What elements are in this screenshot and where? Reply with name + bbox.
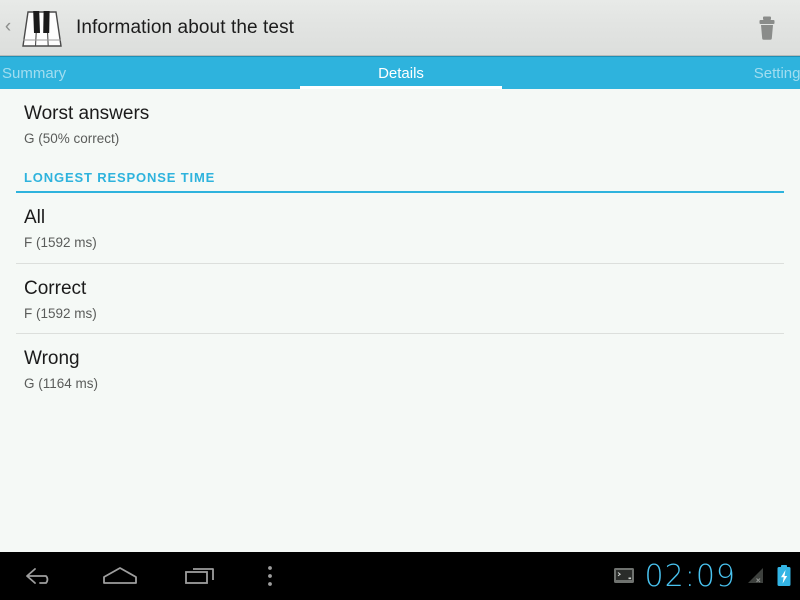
list-item[interactable]: All F (1592 ms) [0, 193, 800, 262]
tab-details-label: Details [378, 64, 424, 82]
system-navigation-bar: 02:09 [0, 552, 800, 600]
worst-answers-item[interactable]: Worst answers G (50% correct) [0, 89, 800, 158]
overflow-menu-icon[interactable] [240, 552, 300, 600]
monitor-icon[interactable] [613, 566, 635, 586]
tab-details[interactable]: Details [268, 57, 534, 89]
list-item-value: F (1592 ms) [24, 235, 97, 251]
action-bar: ‹ Information about the test [0, 0, 800, 56]
details-content: Worst answers G (50% correct) LONGEST RE… [0, 89, 800, 552]
page-title: Information about the test [76, 16, 295, 38]
trash-icon[interactable] [750, 11, 784, 45]
list-item-value: F (1592 ms) [24, 305, 97, 321]
list-item-title: Wrong [24, 348, 80, 370]
home-icon[interactable] [80, 552, 160, 600]
list-item-value: G (1164 ms) [24, 375, 99, 391]
tab-settings-label: Settings [753, 64, 800, 82]
list-item-title: Correct [24, 277, 87, 299]
list-item-title: All [24, 207, 46, 229]
worst-answers-title: Worst answers [24, 103, 150, 124]
status-clock: 02:09 [644, 558, 736, 594]
status-area: 02:09 [613, 552, 792, 600]
back-chevron-icon[interactable]: ‹ [0, 17, 16, 38]
tab-bar: Summary Details Settings [0, 56, 800, 89]
piano-keyboard-icon[interactable] [16, 6, 66, 50]
worst-answers-value: G (50% correct) [24, 130, 120, 146]
tab-summary-label: Summary [2, 64, 67, 82]
section-header-longest-response-time: LONGEST RESPONSE TIME [24, 170, 216, 186]
battery-charging-icon [776, 564, 792, 588]
recent-apps-icon[interactable] [160, 552, 240, 600]
no-signal-icon [746, 566, 766, 586]
list-item[interactable]: Wrong G (1164 ms) [0, 334, 800, 403]
back-arrow-icon[interactable] [0, 552, 80, 600]
list-item[interactable]: Correct F (1592 ms) [0, 264, 800, 333]
tab-settings[interactable]: Settings [534, 57, 800, 89]
tab-summary[interactable]: Summary [0, 57, 268, 89]
app-screen: ‹ Information about the test Summary Det… [0, 0, 800, 600]
